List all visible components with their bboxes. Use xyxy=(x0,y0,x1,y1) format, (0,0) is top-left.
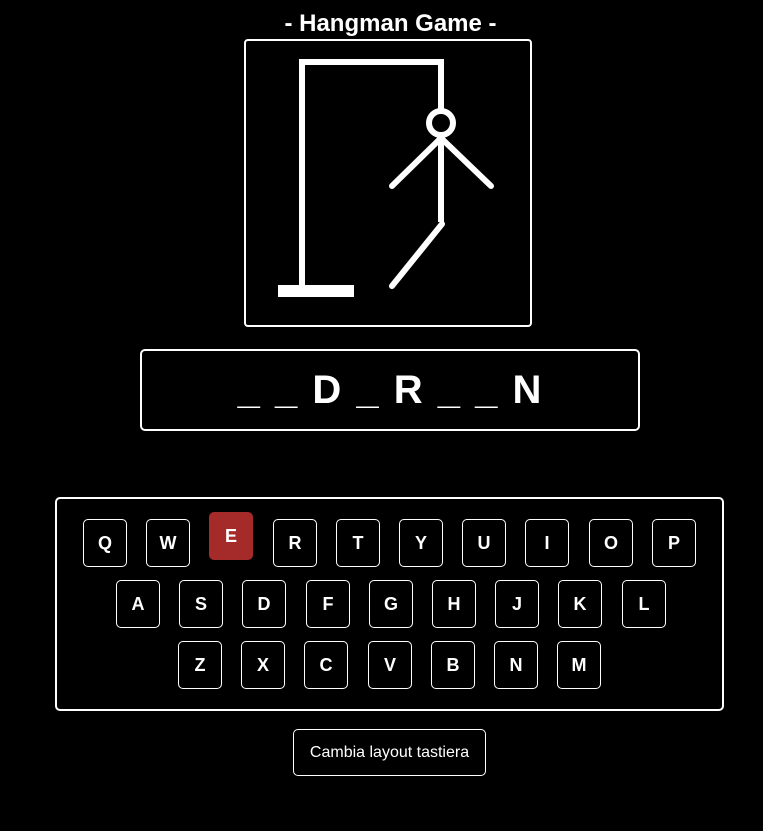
key-h[interactable]: H xyxy=(432,580,476,628)
on-screen-keyboard: QWERTYUIOP ASDFGHJKL ZXCVBNM xyxy=(55,497,724,711)
key-p[interactable]: P xyxy=(652,519,696,567)
page-title: - Hangman Game - xyxy=(284,10,497,37)
key-d[interactable]: D xyxy=(242,580,286,628)
key-x[interactable]: X xyxy=(241,641,285,689)
key-j[interactable]: J xyxy=(495,580,539,628)
key-i[interactable]: I xyxy=(525,519,569,567)
hangman-drawing xyxy=(244,39,532,327)
hangman-head xyxy=(426,108,456,138)
hangman-left-leg xyxy=(389,221,445,289)
key-t[interactable]: T xyxy=(336,519,380,567)
key-w[interactable]: W xyxy=(146,519,190,567)
key-a[interactable]: A xyxy=(116,580,160,628)
key-u[interactable]: U xyxy=(462,519,506,567)
key-r[interactable]: R xyxy=(273,519,317,567)
key-g[interactable]: G xyxy=(369,580,413,628)
key-f[interactable]: F xyxy=(306,580,350,628)
key-q[interactable]: Q xyxy=(83,519,127,567)
change-keyboard-layout-button[interactable]: Cambia layout tastiera xyxy=(293,729,486,776)
hangman-right-arm xyxy=(438,135,494,189)
key-b[interactable]: B xyxy=(431,641,475,689)
key-v[interactable]: V xyxy=(368,641,412,689)
key-o[interactable]: O xyxy=(589,519,633,567)
key-z[interactable]: Z xyxy=(178,641,222,689)
word-display-box: _ _ D _ R _ _ N xyxy=(140,349,640,431)
key-e[interactable]: E xyxy=(209,512,253,560)
word-display: _ _ D _ R _ _ N xyxy=(237,368,543,412)
key-y[interactable]: Y xyxy=(399,519,443,567)
key-m[interactable]: M xyxy=(557,641,601,689)
key-c[interactable]: C xyxy=(304,641,348,689)
hangman-figure xyxy=(278,59,494,297)
hangman-left-arm xyxy=(389,135,444,189)
key-l[interactable]: L xyxy=(622,580,666,628)
key-k[interactable]: K xyxy=(558,580,602,628)
key-n[interactable]: N xyxy=(494,641,538,689)
key-s[interactable]: S xyxy=(179,580,223,628)
